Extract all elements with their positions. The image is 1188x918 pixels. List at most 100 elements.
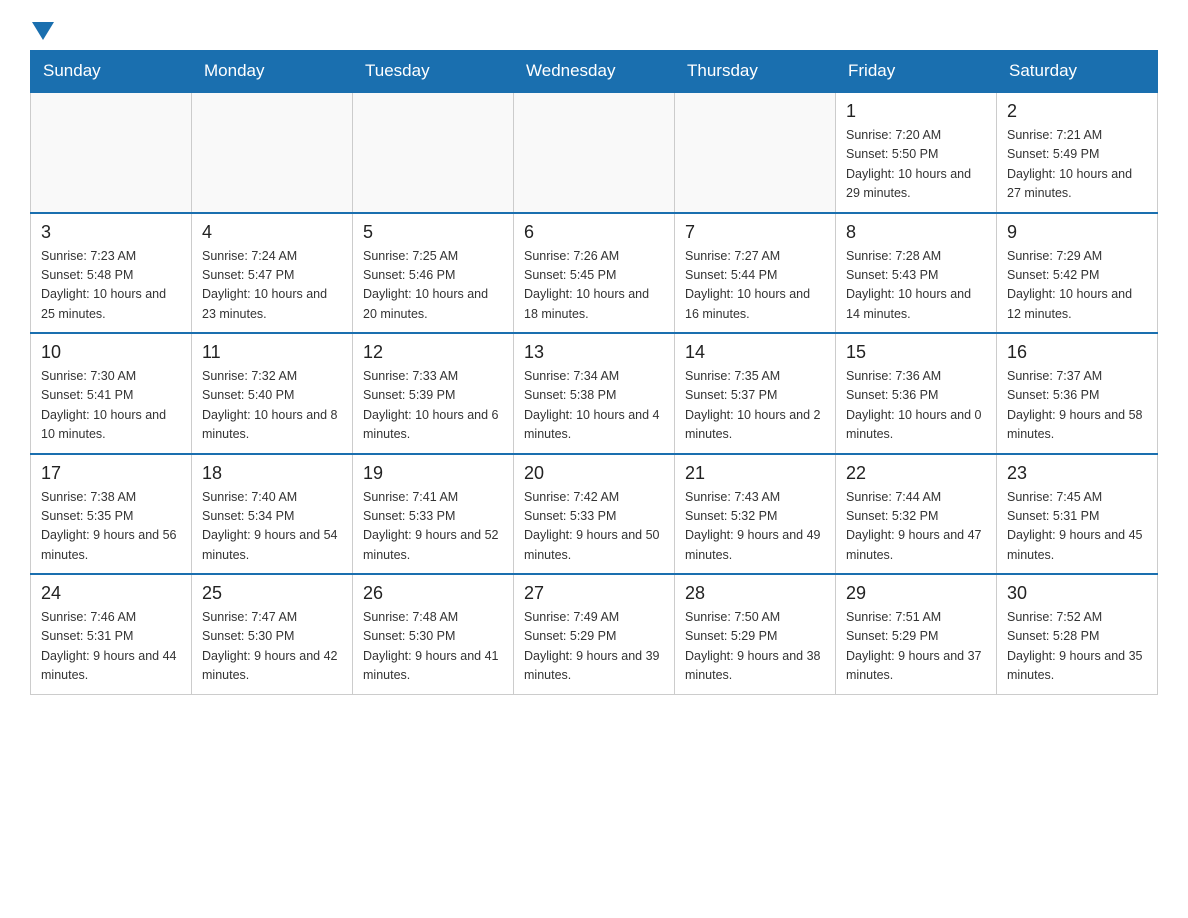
calendar-cell: 24 Sunrise: 7:46 AM Sunset: 5:31 PM Dayli… xyxy=(31,574,192,694)
calendar-cell: 4 Sunrise: 7:24 AM Sunset: 5:47 PM Daylig… xyxy=(192,213,353,334)
calendar-cell: 10 Sunrise: 7:30 AM Sunset: 5:41 PM Dayli… xyxy=(31,333,192,454)
calendar-cell: 17 Sunrise: 7:38 AM Sunset: 5:35 PM Dayli… xyxy=(31,454,192,575)
day-info: Sunrise: 7:25 AM Sunset: 5:46 PM Dayligh… xyxy=(363,247,503,325)
day-number: 9 xyxy=(1007,222,1147,243)
day-number: 14 xyxy=(685,342,825,363)
calendar-cell: 9 Sunrise: 7:29 AM Sunset: 5:42 PM Daylig… xyxy=(997,213,1158,334)
calendar-cell: 27 Sunrise: 7:49 AM Sunset: 5:29 PM Dayli… xyxy=(514,574,675,694)
calendar-cell xyxy=(192,92,353,213)
calendar-cell: 11 Sunrise: 7:32 AM Sunset: 5:40 PM Dayli… xyxy=(192,333,353,454)
day-number: 15 xyxy=(846,342,986,363)
day-number: 19 xyxy=(363,463,503,484)
calendar-cell: 7 Sunrise: 7:27 AM Sunset: 5:44 PM Daylig… xyxy=(675,213,836,334)
calendar-cell: 2Sunrise: 7:21 AM Sunset: 5:49 PM Daylig… xyxy=(997,92,1158,213)
weekday-header-row: SundayMondayTuesdayWednesdayThursdayFrid… xyxy=(31,51,1158,93)
day-number: 3 xyxy=(41,222,181,243)
day-info: Sunrise: 7:44 AM Sunset: 5:32 PM Dayligh… xyxy=(846,488,986,566)
day-number: 17 xyxy=(41,463,181,484)
day-info: Sunrise: 7:24 AM Sunset: 5:47 PM Dayligh… xyxy=(202,247,342,325)
calendar-cell: 28 Sunrise: 7:50 AM Sunset: 5:29 PM Dayli… xyxy=(675,574,836,694)
day-number: 20 xyxy=(524,463,664,484)
day-number: 27 xyxy=(524,583,664,604)
weekday-header-friday: Friday xyxy=(836,51,997,93)
calendar-cell: 15Sunrise: 7:36 AM Sunset: 5:36 PM Dayli… xyxy=(836,333,997,454)
calendar-cell: 8 Sunrise: 7:28 AM Sunset: 5:43 PM Daylig… xyxy=(836,213,997,334)
day-info: Sunrise: 7:32 AM Sunset: 5:40 PM Dayligh… xyxy=(202,367,342,445)
weekday-header-sunday: Sunday xyxy=(31,51,192,93)
day-info: Sunrise: 7:21 AM Sunset: 5:49 PM Dayligh… xyxy=(1007,126,1147,204)
day-info: Sunrise: 7:48 AM Sunset: 5:30 PM Dayligh… xyxy=(363,608,503,686)
day-number: 4 xyxy=(202,222,342,243)
day-info: Sunrise: 7:29 AM Sunset: 5:42 PM Dayligh… xyxy=(1007,247,1147,325)
day-number: 26 xyxy=(363,583,503,604)
day-number: 6 xyxy=(524,222,664,243)
logo-triangle-icon xyxy=(32,22,54,44)
day-info: Sunrise: 7:43 AM Sunset: 5:32 PM Dayligh… xyxy=(685,488,825,566)
calendar-cell: 5 Sunrise: 7:25 AM Sunset: 5:46 PM Daylig… xyxy=(353,213,514,334)
weekday-header-wednesday: Wednesday xyxy=(514,51,675,93)
day-info: Sunrise: 7:37 AM Sunset: 5:36 PM Dayligh… xyxy=(1007,367,1147,445)
day-number: 23 xyxy=(1007,463,1147,484)
day-number: 29 xyxy=(846,583,986,604)
calendar-cell: 23 Sunrise: 7:45 AM Sunset: 5:31 PM Dayli… xyxy=(997,454,1158,575)
day-number: 11 xyxy=(202,342,342,363)
day-info: Sunrise: 7:30 AM Sunset: 5:41 PM Dayligh… xyxy=(41,367,181,445)
calendar-cell: 13 Sunrise: 7:34 AM Sunset: 5:38 PM Dayli… xyxy=(514,333,675,454)
day-info: Sunrise: 7:50 AM Sunset: 5:29 PM Dayligh… xyxy=(685,608,825,686)
day-number: 25 xyxy=(202,583,342,604)
day-number: 30 xyxy=(1007,583,1147,604)
day-number: 7 xyxy=(685,222,825,243)
day-info: Sunrise: 7:27 AM Sunset: 5:44 PM Dayligh… xyxy=(685,247,825,325)
calendar-cell: 3 Sunrise: 7:23 AM Sunset: 5:48 PM Daylig… xyxy=(31,213,192,334)
calendar-cell: 20 Sunrise: 7:42 AM Sunset: 5:33 PM Dayli… xyxy=(514,454,675,575)
day-info: Sunrise: 7:42 AM Sunset: 5:33 PM Dayligh… xyxy=(524,488,664,566)
calendar-cell: 25 Sunrise: 7:47 AM Sunset: 5:30 PM Dayli… xyxy=(192,574,353,694)
day-number: 18 xyxy=(202,463,342,484)
page-header xyxy=(30,20,1158,40)
weekday-header-saturday: Saturday xyxy=(997,51,1158,93)
calendar-cell: 21 Sunrise: 7:43 AM Sunset: 5:32 PM Dayli… xyxy=(675,454,836,575)
day-info: Sunrise: 7:40 AM Sunset: 5:34 PM Dayligh… xyxy=(202,488,342,566)
logo xyxy=(30,20,54,40)
day-info: Sunrise: 7:41 AM Sunset: 5:33 PM Dayligh… xyxy=(363,488,503,566)
day-info: Sunrise: 7:45 AM Sunset: 5:31 PM Dayligh… xyxy=(1007,488,1147,566)
day-info: Sunrise: 7:34 AM Sunset: 5:38 PM Dayligh… xyxy=(524,367,664,445)
day-info: Sunrise: 7:51 AM Sunset: 5:29 PM Dayligh… xyxy=(846,608,986,686)
week-row-3: 10 Sunrise: 7:30 AM Sunset: 5:41 PM Dayli… xyxy=(31,333,1158,454)
calendar-cell xyxy=(31,92,192,213)
day-number: 10 xyxy=(41,342,181,363)
calendar-cell: 30 Sunrise: 7:52 AM Sunset: 5:28 PM Dayli… xyxy=(997,574,1158,694)
day-info: Sunrise: 7:33 AM Sunset: 5:39 PM Dayligh… xyxy=(363,367,503,445)
day-number: 28 xyxy=(685,583,825,604)
day-number: 21 xyxy=(685,463,825,484)
calendar-cell: 1Sunrise: 7:20 AM Sunset: 5:50 PM Daylig… xyxy=(836,92,997,213)
day-number: 1 xyxy=(846,101,986,122)
calendar-cell: 26 Sunrise: 7:48 AM Sunset: 5:30 PM Dayli… xyxy=(353,574,514,694)
day-number: 24 xyxy=(41,583,181,604)
day-info: Sunrise: 7:26 AM Sunset: 5:45 PM Dayligh… xyxy=(524,247,664,325)
day-number: 8 xyxy=(846,222,986,243)
calendar-cell: 22 Sunrise: 7:44 AM Sunset: 5:32 PM Dayli… xyxy=(836,454,997,575)
day-number: 5 xyxy=(363,222,503,243)
week-row-1: 1Sunrise: 7:20 AM Sunset: 5:50 PM Daylig… xyxy=(31,92,1158,213)
day-info: Sunrise: 7:28 AM Sunset: 5:43 PM Dayligh… xyxy=(846,247,986,325)
calendar-cell: 16Sunrise: 7:37 AM Sunset: 5:36 PM Dayli… xyxy=(997,333,1158,454)
day-number: 12 xyxy=(363,342,503,363)
calendar-cell: 14Sunrise: 7:35 AM Sunset: 5:37 PM Dayli… xyxy=(675,333,836,454)
day-info: Sunrise: 7:46 AM Sunset: 5:31 PM Dayligh… xyxy=(41,608,181,686)
day-info: Sunrise: 7:49 AM Sunset: 5:29 PM Dayligh… xyxy=(524,608,664,686)
calendar-cell: 19 Sunrise: 7:41 AM Sunset: 5:33 PM Dayli… xyxy=(353,454,514,575)
weekday-header-monday: Monday xyxy=(192,51,353,93)
day-info: Sunrise: 7:23 AM Sunset: 5:48 PM Dayligh… xyxy=(41,247,181,325)
weekday-header-thursday: Thursday xyxy=(675,51,836,93)
day-number: 13 xyxy=(524,342,664,363)
calendar-table: SundayMondayTuesdayWednesdayThursdayFrid… xyxy=(30,50,1158,695)
calendar-cell xyxy=(675,92,836,213)
day-info: Sunrise: 7:38 AM Sunset: 5:35 PM Dayligh… xyxy=(41,488,181,566)
calendar-cell: 6 Sunrise: 7:26 AM Sunset: 5:45 PM Daylig… xyxy=(514,213,675,334)
day-number: 22 xyxy=(846,463,986,484)
weekday-header-tuesday: Tuesday xyxy=(353,51,514,93)
day-info: Sunrise: 7:47 AM Sunset: 5:30 PM Dayligh… xyxy=(202,608,342,686)
week-row-5: 24 Sunrise: 7:46 AM Sunset: 5:31 PM Dayli… xyxy=(31,574,1158,694)
day-info: Sunrise: 7:52 AM Sunset: 5:28 PM Dayligh… xyxy=(1007,608,1147,686)
